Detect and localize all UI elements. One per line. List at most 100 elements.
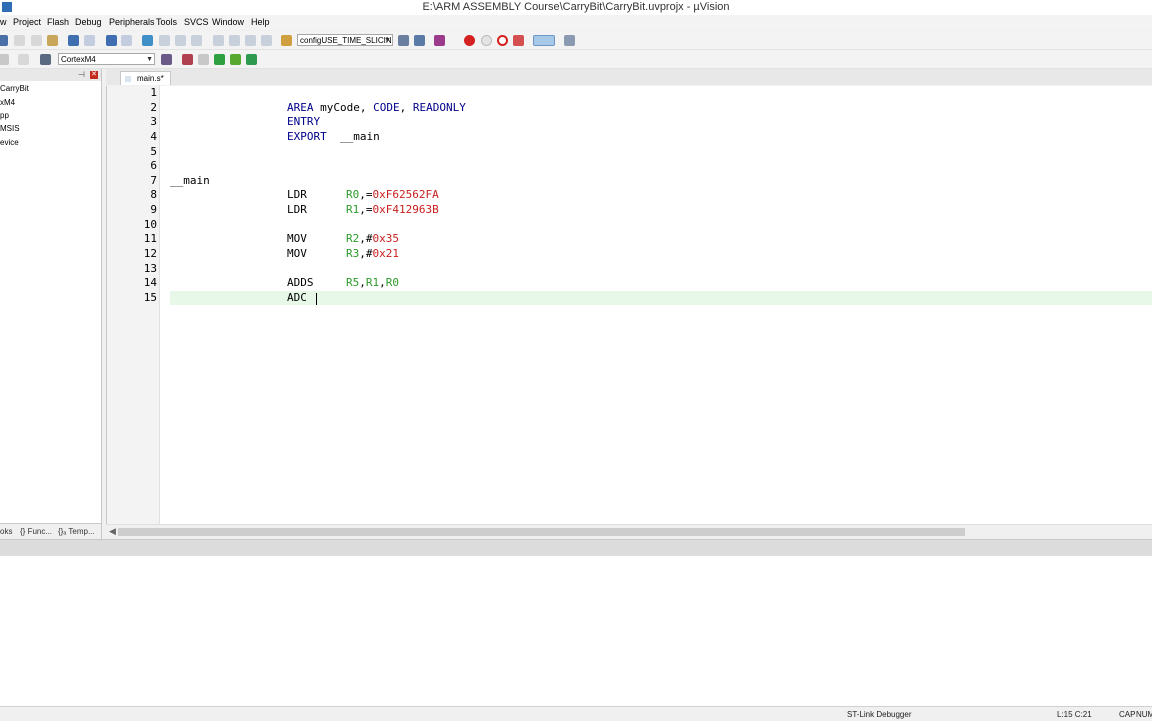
indent-icon[interactable] <box>213 35 224 46</box>
chevron-down-icon: ▼ <box>146 56 153 63</box>
pin-icon[interactable]: ⊣ <box>78 70 85 79</box>
tab-templates[interactable]: {}ₐ Temp... <box>58 527 95 536</box>
code-line-4: EXPORT __main <box>287 130 380 143</box>
code-text: myCode, <box>313 101 374 114</box>
line-number: 7 <box>150 174 157 187</box>
tab-main-s[interactable]: main.s* <box>120 71 171 85</box>
code-line-11-op: MOV <box>287 232 307 245</box>
navigate-forward-icon[interactable] <box>121 35 132 46</box>
code-line-12-args: R3,#0x21 <box>346 247 399 260</box>
code-label: __main <box>170 174 210 187</box>
menu-debug[interactable]: Debug <box>75 17 102 27</box>
window-layout-icon[interactable] <box>533 35 555 46</box>
editor-tab-strip: main.s* <box>106 69 1152 85</box>
build-output-window[interactable] <box>0 556 1152 706</box>
file-extensions-icon[interactable] <box>198 54 209 65</box>
menu-view[interactable]: w <box>0 17 7 27</box>
code-line-15-op: ADC <box>287 291 307 304</box>
manage-project-icon[interactable] <box>182 54 193 65</box>
tree-item-target[interactable]: xM4 <box>0 98 15 107</box>
code-keyword: AREA <box>287 101 314 114</box>
code-text: ,= <box>359 188 373 201</box>
clear-breakpoints-icon[interactable] <box>497 35 508 46</box>
navigate-back-icon[interactable] <box>106 35 117 46</box>
code-text: , <box>379 276 386 289</box>
tab-books[interactable]: oks <box>0 527 12 536</box>
code-editor[interactable]: 1 2 3 4 5 6 7 8 9 10 11 12 13 14 15 AREA… <box>106 86 1152 524</box>
next-bookmark-icon[interactable] <box>175 35 186 46</box>
breakpoint-icon[interactable] <box>464 35 475 46</box>
save-all-icon[interactable] <box>0 35 8 46</box>
find-combo[interactable]: configUSE_TIME_SLICING ▼ <box>297 34 393 46</box>
line-number: 1 <box>150 86 157 99</box>
line-number: 4 <box>150 130 157 143</box>
menu-tools[interactable]: Tools <box>156 17 177 27</box>
build-output-title-bar[interactable] <box>0 539 1152 557</box>
select-packs-icon[interactable] <box>230 54 241 65</box>
window-title: E:\ARM ASSEMBLY Course\CarryBit\CarryBit… <box>422 1 730 13</box>
clear-bookmarks-icon[interactable] <box>191 35 202 46</box>
tree-item-app[interactable]: pp <box>0 111 9 120</box>
close-icon[interactable]: ✕ <box>90 71 98 79</box>
chevron-down-icon: ▼ <box>384 37 391 44</box>
line-number: 12 <box>143 247 157 260</box>
comment-icon[interactable] <box>245 35 256 46</box>
target-options-icon[interactable] <box>161 54 172 65</box>
build-icon[interactable] <box>18 54 29 65</box>
editor-horizontal-scrollbar[interactable]: ◀ <box>106 524 1152 539</box>
code-line-12-op: MOV <box>287 247 307 260</box>
menu-bar: w Project Flash Debug Peripherals Tools … <box>0 15 1152 30</box>
tree-item-device[interactable]: evice <box>0 138 19 147</box>
menu-flash[interactable]: Flash <box>47 17 69 27</box>
cut-icon[interactable] <box>14 35 25 46</box>
project-panel-header: ⊣ ✕ <box>0 69 101 81</box>
unindent-icon[interactable] <box>229 35 240 46</box>
tree-item-cmsis[interactable]: MSIS <box>0 124 20 133</box>
file-icon <box>125 76 131 82</box>
redo-icon[interactable] <box>84 35 95 46</box>
disable-breakpoint-icon[interactable] <box>481 35 492 46</box>
line-number-gutter: 1 2 3 4 5 6 7 8 9 10 11 12 13 14 15 <box>107 86 160 524</box>
code-number: 0xF412963B <box>372 203 439 216</box>
copy-icon[interactable] <box>31 35 42 46</box>
tree-item-project[interactable]: CarryBit <box>0 84 29 93</box>
paste-icon[interactable] <box>47 35 58 46</box>
find-icon[interactable] <box>398 35 409 46</box>
find-in-files-icon[interactable] <box>281 35 292 46</box>
menu-svcs[interactable]: SVCS <box>184 17 209 27</box>
scroll-left-icon[interactable]: ◀ <box>109 526 116 537</box>
prev-bookmark-icon[interactable] <box>159 35 170 46</box>
debug-session-icon[interactable] <box>434 35 445 46</box>
manage-run-time-icon[interactable] <box>214 54 225 65</box>
file-toolbar: configUSE_TIME_SLICING ▼ <box>0 31 1152 50</box>
incremental-find-icon[interactable] <box>414 35 425 46</box>
menu-project[interactable]: Project <box>13 17 41 27</box>
kill-breakpoints-icon[interactable] <box>513 35 524 46</box>
code-line-9-args: R1,=0xF412963B <box>346 203 439 216</box>
tab-label: main.s* <box>137 74 164 83</box>
tab-functions[interactable]: {} Func... <box>20 527 52 536</box>
pack-installer-icon[interactable] <box>246 54 257 65</box>
find-combo-value: configUSE_TIME_SLICING <box>300 36 393 45</box>
code-keyword: EXPORT <box>287 130 327 143</box>
undo-icon[interactable] <box>68 35 79 46</box>
text-cursor <box>316 293 317 305</box>
target-select[interactable]: CortexM4 ▼ <box>58 53 155 65</box>
uncomment-icon[interactable] <box>261 35 272 46</box>
code-text: , <box>359 276 366 289</box>
menu-peripherals[interactable]: Peripherals <box>109 17 155 27</box>
code-line-8-op: LDR <box>287 188 307 201</box>
bookmark-icon[interactable] <box>142 35 153 46</box>
configure-icon[interactable] <box>564 35 575 46</box>
menu-window[interactable]: Window <box>212 17 244 27</box>
code-line-9-op: LDR <box>287 203 307 216</box>
menu-help[interactable]: Help <box>251 17 270 27</box>
scrollbar-thumb[interactable] <box>118 528 965 536</box>
code-register: R2 <box>346 232 360 245</box>
code-line-14-args: R5,R1,R0 <box>346 276 399 289</box>
num-lock-indicator: NUM <box>1136 710 1152 719</box>
load-icon[interactable] <box>40 54 51 65</box>
translate-icon[interactable] <box>0 54 9 65</box>
code-line-8-args: R0,=0xF62562FA <box>346 188 439 201</box>
code-keyword: ENTRY <box>287 115 321 128</box>
